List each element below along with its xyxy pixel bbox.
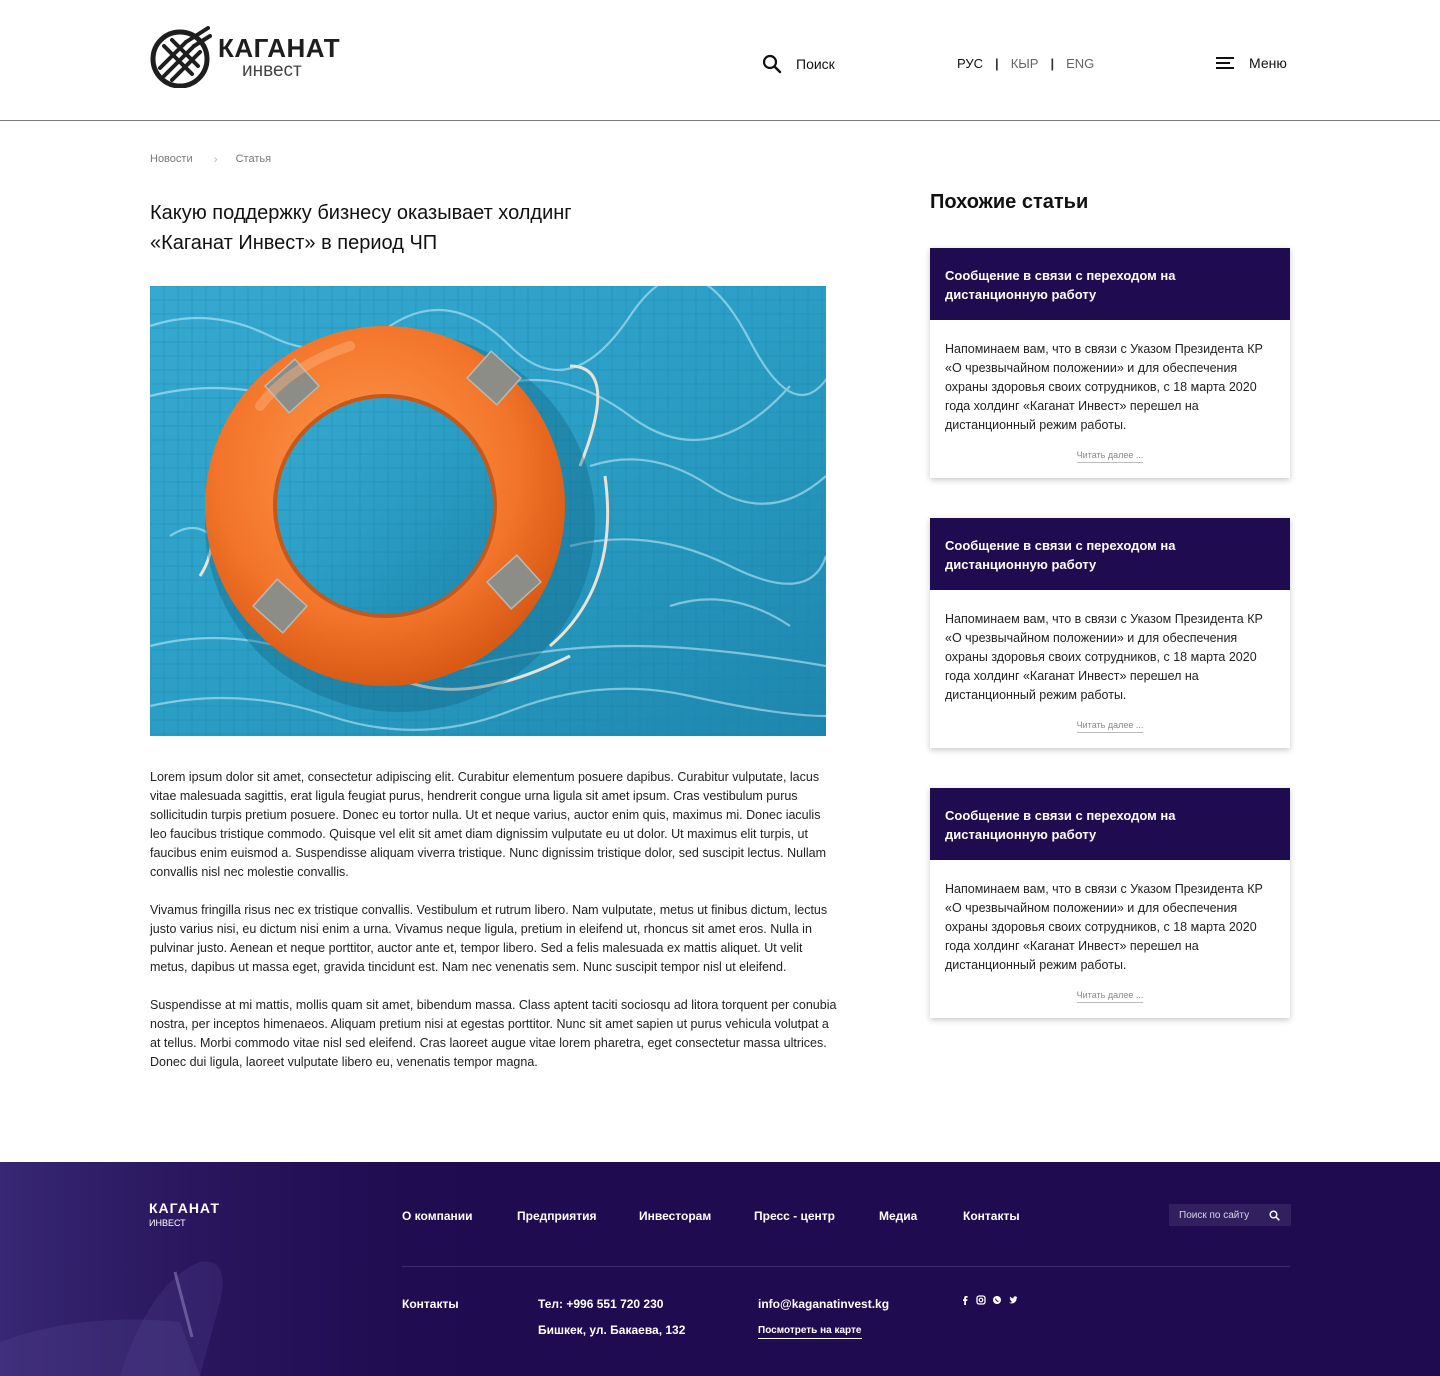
related-article-card[interactable]: Сообщение в связи с переходом на дистанц… (930, 248, 1290, 478)
article-body: Lorem ipsum dolor sit amet, consectetur … (150, 768, 840, 1091)
card-heading[interactable]: Сообщение в связи с переходом на дистанц… (930, 518, 1290, 590)
footer-nav-contacts[interactable]: Контакты (963, 1209, 1020, 1223)
footer-divider (402, 1266, 1290, 1267)
card-text: Напоминаем вам, что в связи с Указом Пре… (945, 612, 1263, 702)
read-more-link[interactable]: Читать далее ... (1076, 990, 1144, 1003)
footer-address: Бишкек, ул. Бакаева, 132 (538, 1323, 686, 1337)
lang-en[interactable]: ENG (1066, 56, 1094, 71)
breadcrumb: Новости › Статья (150, 152, 271, 166)
footer-nav-media[interactable]: Медиа (879, 1209, 917, 1223)
related-article-card[interactable]: Сообщение в связи с переходом на дистанц… (930, 518, 1290, 748)
footer-email[interactable]: info@kaganatinvest.kg (758, 1297, 889, 1311)
footer-phone[interactable]: Тел: +996 551 720 230 (538, 1297, 663, 1311)
site-header: КАГАНАТ инвест Поиск РУС | КЫР | ENG Мен… (0, 0, 1440, 121)
logo-title: КАГАНАТ (218, 32, 341, 63)
footer-logo-subtitle: ИНВЕСТ (149, 1218, 186, 1228)
footer-map-link[interactable]: Посмотреть на карте (758, 1325, 862, 1339)
related-articles-title: Похожие статьи (930, 191, 1089, 213)
footer-search-input[interactable]: Поиск по сайту (1169, 1204, 1291, 1226)
hamburger-icon (1216, 57, 1234, 69)
read-more-wrap: Читать далее ... (930, 720, 1290, 733)
instagram-icon[interactable] (976, 1292, 986, 1305)
lifebuoy-image (150, 286, 826, 736)
header-search[interactable]: Поиск (762, 54, 835, 74)
lang-ru[interactable]: РУС (957, 56, 983, 71)
whatsapp-icon[interactable] (992, 1292, 1002, 1304)
lang-ky[interactable]: КЫР (1011, 56, 1039, 71)
read-more-wrap: Читать далее ... (930, 990, 1290, 1003)
logo-subtitle: инвест (242, 59, 302, 81)
logo[interactable]: КАГАНАТ инвест (150, 24, 350, 90)
footer-nav-about[interactable]: О компании (402, 1209, 473, 1223)
article-paragraph: Suspendisse at mi mattis, mollis quam si… (150, 998, 837, 1069)
footer-contacts-label: Контакты (402, 1297, 459, 1311)
footer-nav-enterprises[interactable]: Предприятия (517, 1209, 596, 1223)
article-title-line2: «Каганат Инвест» в период ЧП (150, 232, 438, 254)
twitter-icon[interactable] (1008, 1292, 1018, 1304)
social-links (960, 1292, 1018, 1305)
related-article-card[interactable]: Сообщение в связи с переходом на дистанц… (930, 788, 1290, 1018)
footer-logo-title: КАГАНАТ (149, 1200, 220, 1216)
lang-separator: | (995, 56, 999, 71)
article-paragraph: Lorem ipsum dolor sit amet, consectetur … (150, 770, 827, 879)
search-icon (1269, 1210, 1280, 1221)
footer-background-image (0, 1162, 520, 1376)
lang-separator: | (1050, 56, 1055, 71)
chevron-right-icon: › (213, 152, 218, 166)
read-more-link[interactable]: Читать далее ... (1076, 720, 1144, 733)
card-heading[interactable]: Сообщение в связи с переходом на дистанц… (930, 788, 1290, 860)
footer-search-placeholder: Поиск по сайту (1179, 1209, 1250, 1221)
language-switcher: РУС | КЫР | ENG (957, 56, 1094, 71)
card-text: Напоминаем вам, что в связи с Указом Пре… (945, 882, 1263, 972)
card-heading[interactable]: Сообщение в связи с переходом на дистанц… (930, 248, 1290, 320)
facebook-icon[interactable] (960, 1292, 970, 1305)
article-title: Какую поддержку бизнесу оказывает холдин… (150, 198, 710, 258)
footer-nav-investors[interactable]: Инвесторам (639, 1209, 711, 1223)
menu-button[interactable]: Меню (1215, 54, 1287, 72)
read-more-wrap: Читать далее ... (930, 450, 1290, 463)
article-hero-image (150, 286, 826, 736)
article-paragraph: Vivamus fringilla risus nec ex tristique… (150, 903, 828, 974)
footer-nav-press[interactable]: Пресс - центр (754, 1209, 835, 1223)
breadcrumb-news[interactable]: Новости (150, 153, 193, 165)
article-title-line1: Какую поддержку бизнесу оказывает холдин… (150, 202, 572, 224)
breadcrumb-article: Статья (235, 153, 272, 165)
search-icon (762, 54, 782, 74)
logo-mark-icon (150, 26, 212, 88)
menu-label: Меню (1249, 55, 1287, 71)
site-footer: КАГАНАТ ИНВЕСТ О компании Предприятия Ин… (0, 1162, 1440, 1376)
search-label: Поиск (796, 56, 835, 72)
footer-logo[interactable]: КАГАНАТ ИНВЕСТ (149, 1200, 220, 1228)
read-more-link[interactable]: Читать далее ... (1076, 450, 1144, 463)
card-text: Напоминаем вам, что в связи с Указом Пре… (945, 342, 1263, 432)
